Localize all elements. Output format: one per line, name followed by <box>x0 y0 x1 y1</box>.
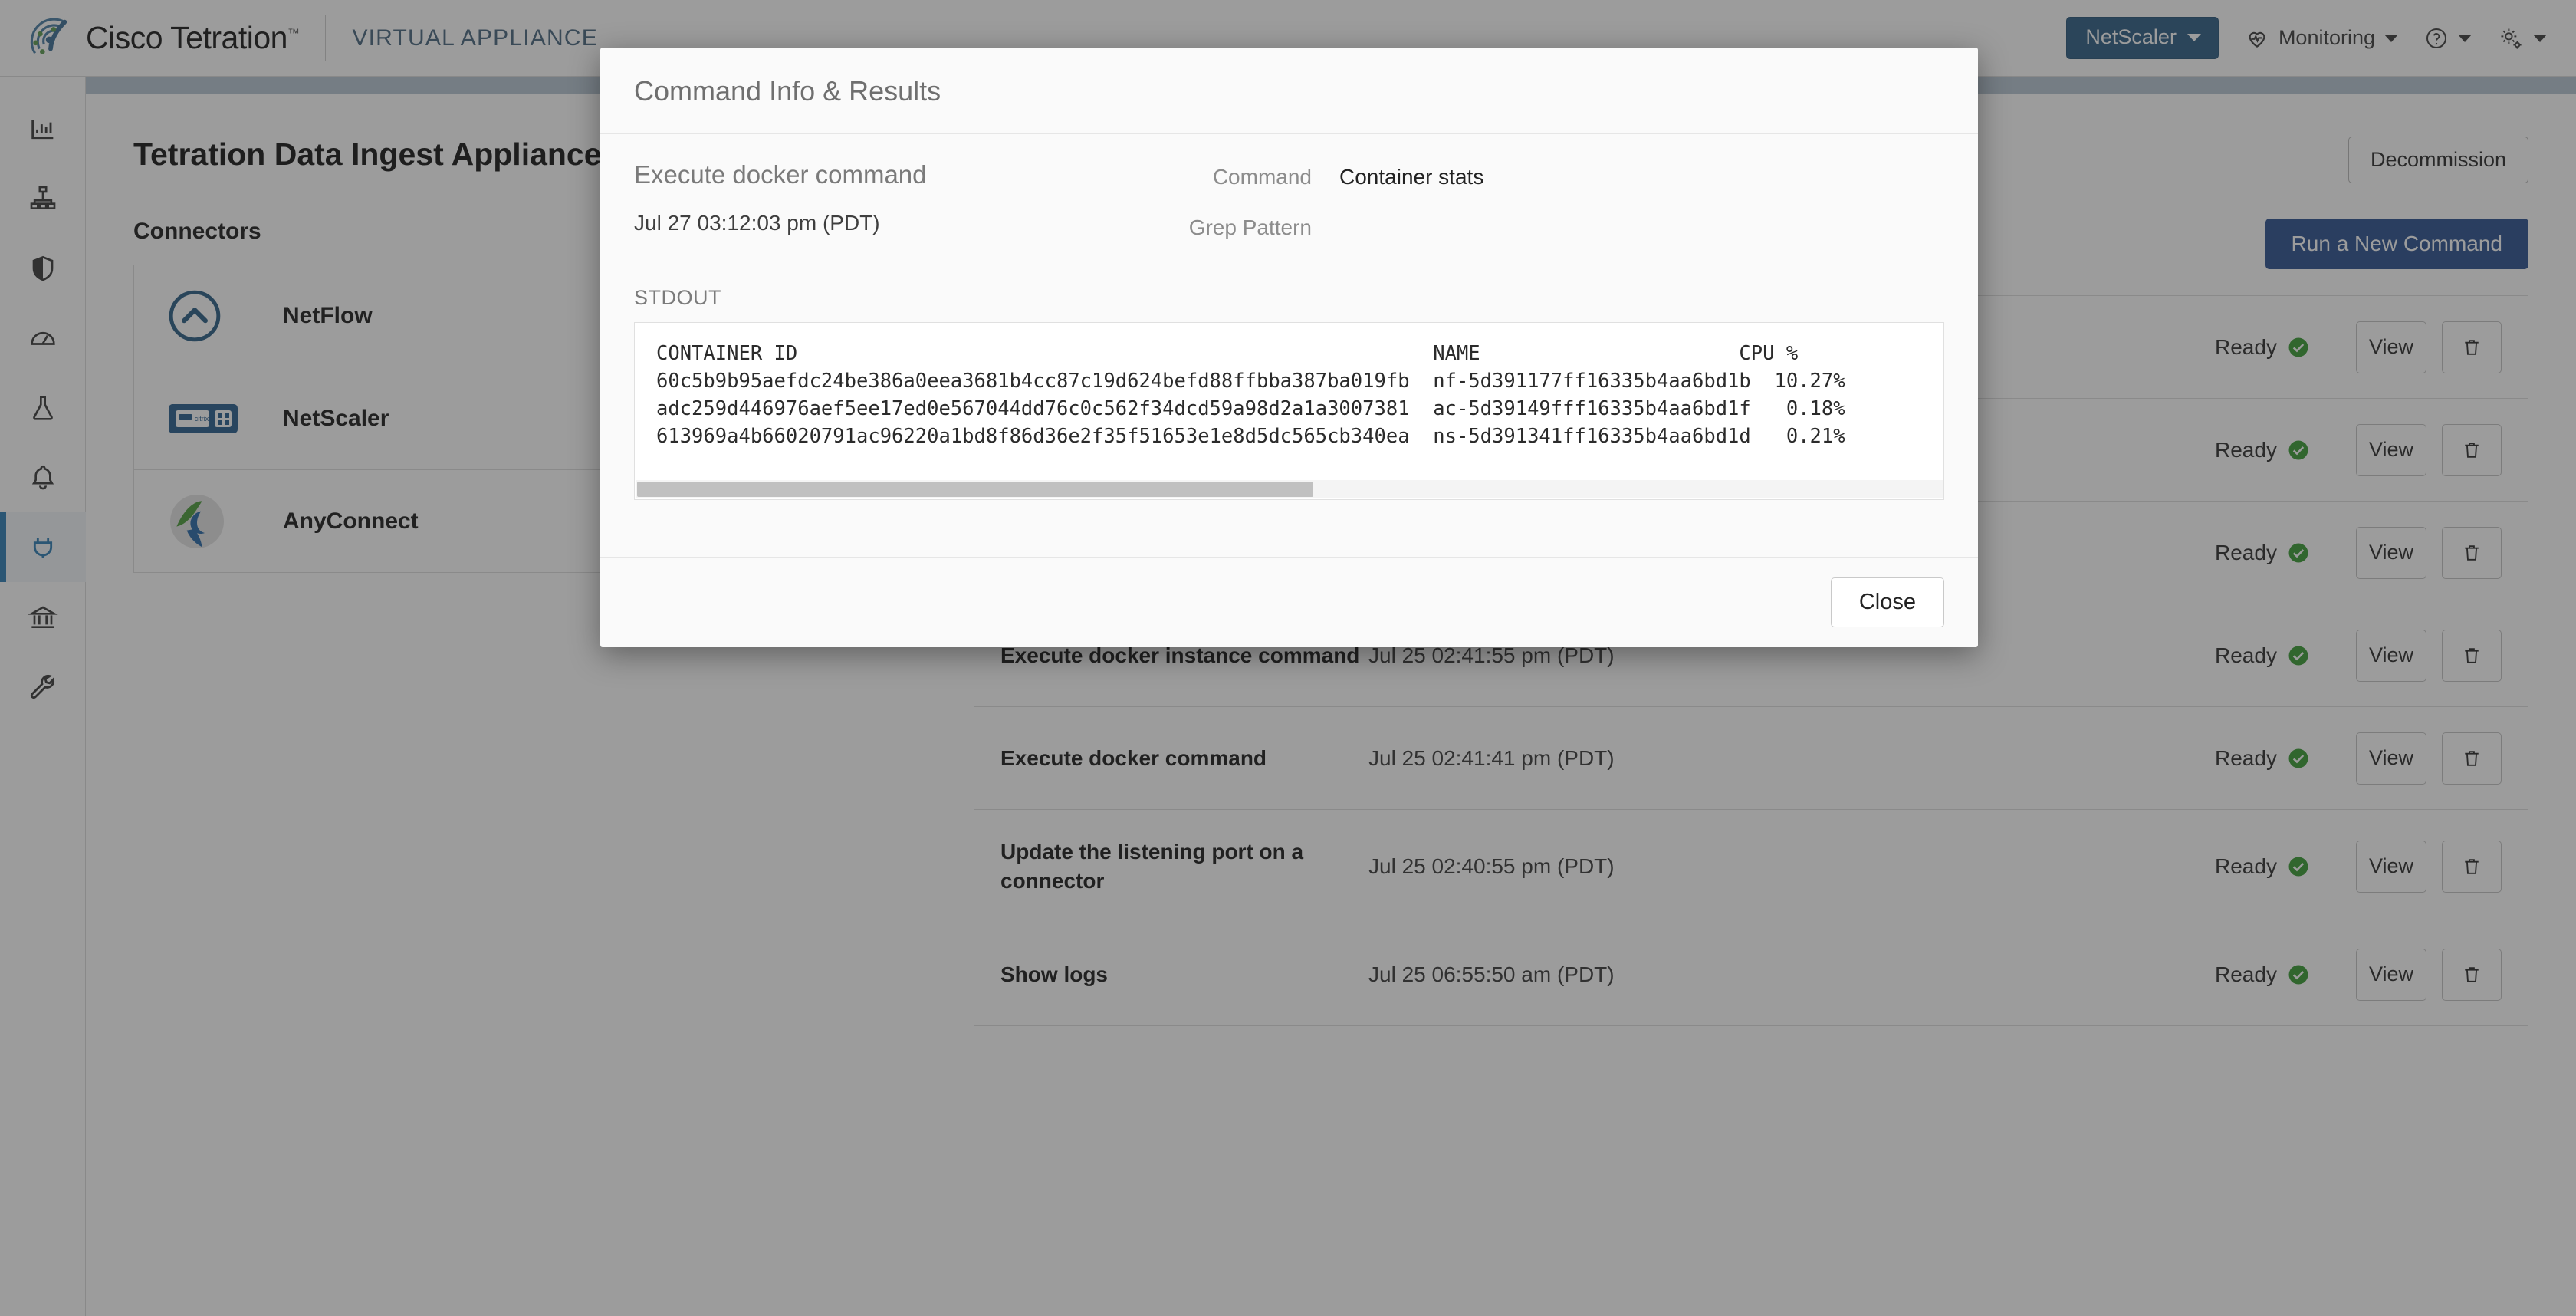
meta-key-grep-pattern: Grep Pattern <box>1188 215 1312 239</box>
command-meta: Execute docker command Jul 27 03:12:03 p… <box>634 160 1944 266</box>
meta-key-command: Command <box>1212 165 1312 189</box>
stdout-text: CONTAINER ID NAME CPU % 60c5b9b95aefdc24… <box>656 342 1845 448</box>
scrollbar-thumb[interactable] <box>637 482 1313 497</box>
modal-header: Command Info & Results <box>600 48 1978 134</box>
meta-row-grep: Grep Pattern <box>1125 215 1944 240</box>
stdout-horizontal-scrollbar[interactable] <box>636 480 1943 498</box>
close-button[interactable]: Close <box>1830 577 1944 627</box>
stdout-output-box[interactable]: CONTAINER ID NAME CPU % 60c5b9b95aefdc24… <box>634 322 1944 500</box>
modal-footer: Close <box>600 557 1978 647</box>
command-info-modal: Command Info & Results Execute docker co… <box>600 48 1978 647</box>
app-root: Cisco Tetration™ VIRTUAL APPLIANCE NetSc… <box>0 0 2576 1316</box>
stdout-label: STDOUT <box>634 286 721 309</box>
meta-value-command: Container stats <box>1339 165 1484 189</box>
modal-command-name: Execute docker command <box>634 160 927 189</box>
meta-row-command: Command Container stats <box>1125 165 1944 189</box>
modal-body: Execute docker command Jul 27 03:12:03 p… <box>600 134 1978 557</box>
modal-command-timestamp: Jul 27 03:12:03 pm (PDT) <box>634 211 880 235</box>
modal-title: Command Info & Results <box>634 75 941 107</box>
command-meta-right: Command Container stats Grep Pattern <box>1125 160 1944 266</box>
command-meta-left: Execute docker command Jul 27 03:12:03 p… <box>634 160 1125 266</box>
